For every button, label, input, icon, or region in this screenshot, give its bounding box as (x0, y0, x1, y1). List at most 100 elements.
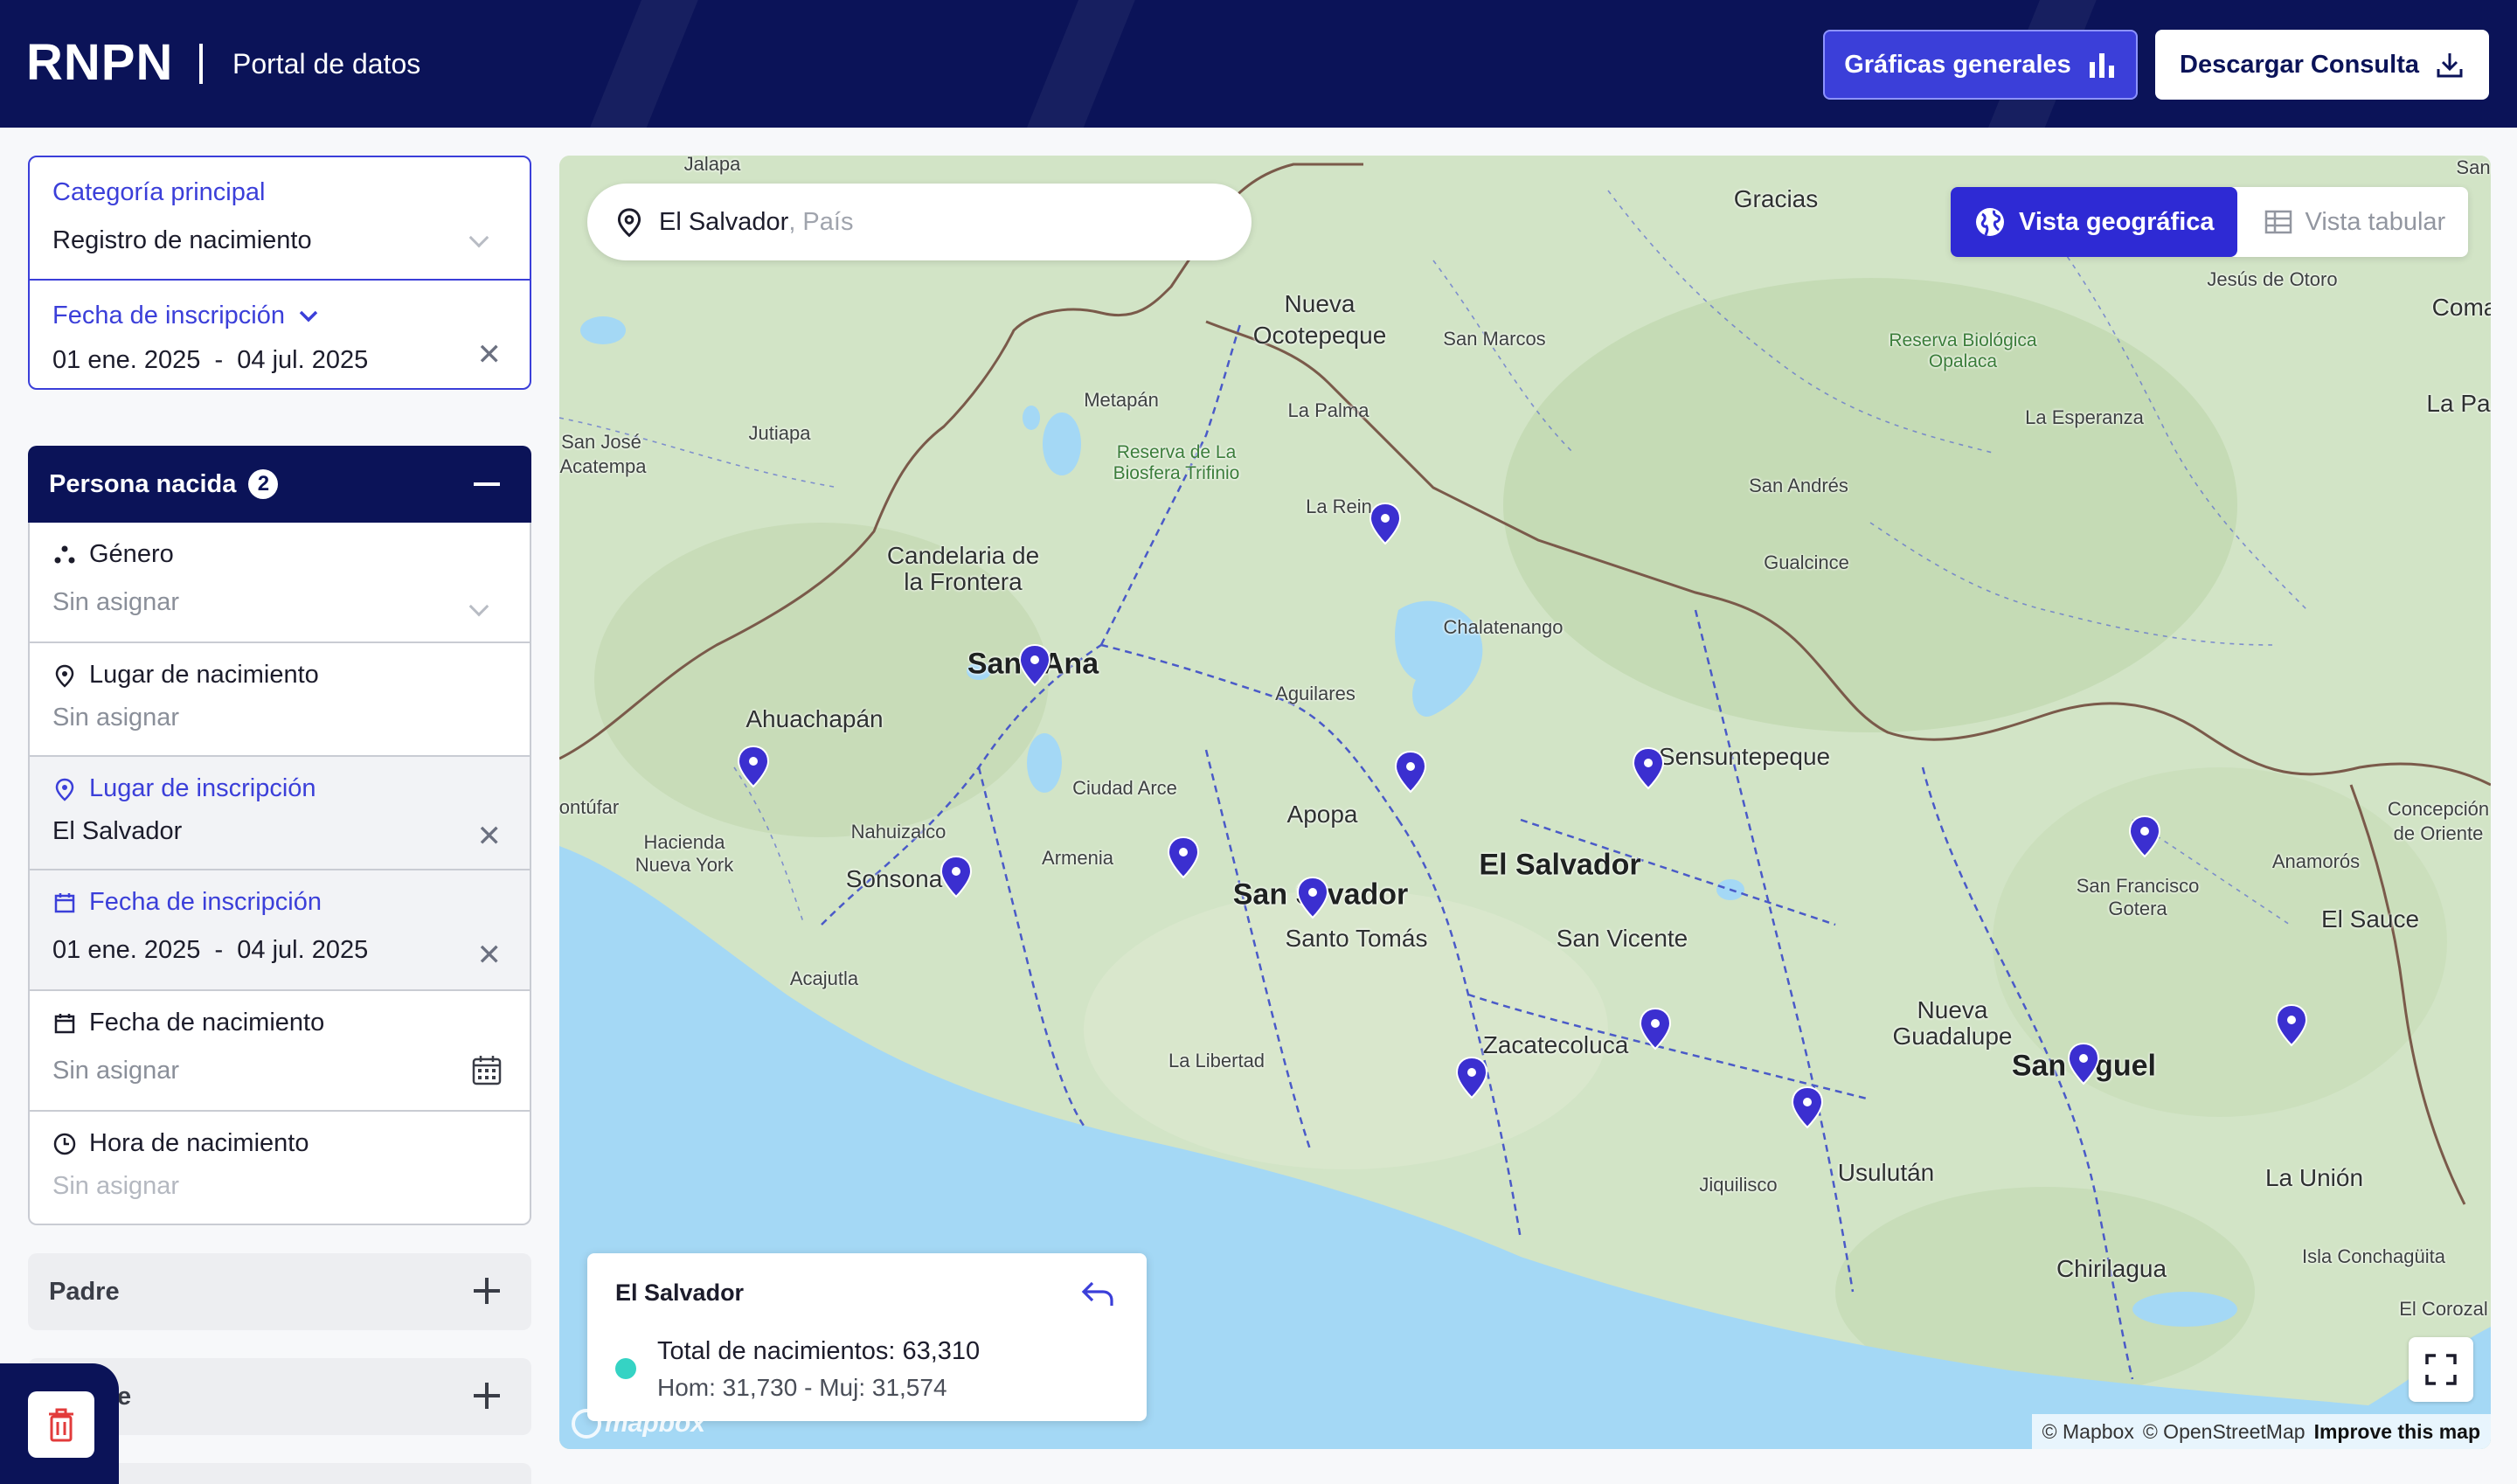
expand-icon[interactable] (474, 1383, 500, 1409)
birth-date-value: Sin asignar (52, 1057, 180, 1085)
map-label: Guadalupe (1892, 1023, 2013, 1050)
attrib-osm[interactable]: © OpenStreetMap (2143, 1420, 2306, 1444)
descargar-consulta-button[interactable]: Descargar Consulta (2155, 30, 2489, 100)
mapbox-logo-mark (572, 1409, 601, 1439)
gender-value: Sin asignar (52, 588, 180, 616)
rnpn-logo[interactable]: RNPN (26, 33, 173, 92)
info-title: El Salvador (615, 1279, 745, 1306)
map-label: Nueva York (634, 854, 734, 876)
map-label: El Corozal (2399, 1298, 2488, 1320)
map-pin[interactable] (1393, 750, 1428, 794)
birthplace-value: Sin asignar (52, 704, 180, 732)
inscription-date-filter[interactable]: Fecha de inscripción 01 ene. 2025 - 04 j… (30, 279, 530, 388)
map-pin[interactable] (939, 855, 974, 898)
birthplace-filter[interactable]: Lugar de nacimiento Sin asignar (30, 643, 530, 757)
map-pin[interactable] (1631, 746, 1666, 790)
map-label: La Palma (1287, 399, 1369, 421)
persona-nacida-header[interactable]: Persona nacida 2 (28, 446, 531, 523)
top-header: RNPN Portal de datos Gráficas generales … (0, 0, 2517, 128)
clear-place-icon[interactable]: ✕ (477, 822, 503, 851)
map-label: Concepción (2387, 798, 2490, 820)
map-pin[interactable] (1017, 643, 1052, 687)
info-total: Total de nacimientos: 63,310 (657, 1337, 981, 1365)
map-attribution: © Mapbox © OpenStreetMap Improve this ma… (2031, 1414, 2491, 1449)
map-view[interactable]: Jalapa Gracias San Nueva Ocotepeque San … (559, 156, 2491, 1449)
birth-time-value: Sin asignar (52, 1172, 180, 1200)
chevron-down-icon[interactable] (297, 308, 320, 325)
category-card: Categoría principal Registro de nacimien… (28, 156, 531, 390)
map-label: Apopa (1286, 801, 1358, 828)
attrib-improve[interactable]: Improve this map (2314, 1420, 2480, 1444)
date-picker-icon[interactable] (470, 1054, 503, 1087)
location-search-input[interactable]: El Salvador, País (587, 184, 1252, 260)
info-gender-breakdown: Hom: 31,730 - Muj: 31,574 (657, 1374, 947, 1401)
inscription-place-filter[interactable]: Lugar de inscripción El Salvador ✕ (30, 757, 530, 870)
tab-vista-geografica[interactable]: Vista geográfica (1951, 187, 2237, 257)
map-pin[interactable] (1368, 502, 1403, 545)
map-label: ontúfar (559, 796, 620, 818)
map-label: Reserva de La Biosfera Trifinio (1113, 442, 1240, 483)
map-label: San (967, 647, 1023, 681)
map-label: Chalatenango (1443, 616, 1564, 638)
map-pin[interactable] (2066, 1042, 2101, 1085)
map-label: La Rein (1306, 496, 1372, 517)
birth-date-filter[interactable]: Fecha de nacimiento Sin asignar (30, 991, 530, 1112)
back-arrow-icon[interactable] (1080, 1279, 1115, 1309)
category-label: Categoría principal (52, 178, 266, 206)
map-label: San (2011, 1049, 2067, 1083)
map-label: Jalapa (683, 156, 741, 175)
header-decoration (1008, 0, 1142, 128)
map-label: vador (1327, 877, 1409, 912)
gender-filter[interactable]: Género Sin asignar (30, 523, 530, 643)
map-pin[interactable] (2274, 1003, 2309, 1047)
date-end: 04 jul. 2025 (237, 346, 369, 374)
search-value: El Salvador (659, 207, 789, 236)
map-pin[interactable] (2127, 815, 2162, 858)
category-select[interactable]: Categoría principal Registro de nacimien… (30, 157, 530, 279)
map-label: Sensuntepeque (1658, 743, 1831, 770)
fullscreen-button[interactable] (2409, 1337, 2473, 1402)
inscription-date-label-2: Fecha de inscripción (89, 888, 322, 916)
location-pin-icon (55, 664, 74, 688)
inscription-date-range: 01 ene. 2025 - 04 jul. 2025 (52, 346, 507, 375)
attrib-mapbox[interactable]: © Mapbox (2042, 1420, 2134, 1444)
clear-date-icon[interactable]: ✕ (477, 340, 503, 370)
map-pin[interactable] (1166, 836, 1201, 879)
mapbox-logo[interactable]: mapbox (572, 1409, 705, 1439)
calendar-icon (54, 892, 75, 912)
bar-chart-icon (2089, 53, 2114, 78)
map-pin[interactable] (1790, 1085, 1825, 1129)
collapse-icon[interactable] (474, 482, 500, 486)
map-pin[interactable] (1638, 1007, 1673, 1051)
padre-label: Padre (49, 1277, 120, 1306)
expand-icon[interactable] (474, 1278, 500, 1304)
graficas-generales-button[interactable]: Gráficas generales (1823, 30, 2138, 100)
clear-all-button[interactable] (28, 1391, 94, 1458)
category-value: Registro de nacimiento (52, 226, 312, 254)
mapbox-logo-text: mapbox (605, 1409, 706, 1438)
inscription-date-filter-2[interactable]: Fecha de inscripción 01 ene. 2025 - 04 j… (30, 870, 530, 991)
map-label: Sonsona (845, 865, 943, 892)
clear-date-icon[interactable]: ✕ (477, 940, 503, 970)
map-label: Anamorós (2271, 850, 2361, 872)
map-label: la Frontera (904, 568, 1023, 595)
tab-table-label: Vista tabular (2305, 207, 2446, 236)
map-label: Nueva (1917, 996, 1988, 1023)
clock-icon (53, 1133, 76, 1155)
location-pin-icon (617, 208, 641, 238)
birth-time-filter[interactable]: Hora de nacimiento Sin asignar (30, 1112, 530, 1224)
map-label: Metapán (1084, 389, 1159, 411)
map-pin[interactable] (1454, 1056, 1489, 1099)
map-label: La Paz (2426, 390, 2491, 417)
date-sep: - (214, 936, 224, 964)
location-pin-icon (55, 778, 74, 801)
map-label: Gotera (2108, 898, 2167, 919)
tab-vista-tabular[interactable]: Vista tabular (2241, 187, 2469, 257)
header-decoration (571, 0, 705, 128)
padre-section[interactable]: Padre (28, 1253, 531, 1330)
descargar-label: Descargar Consulta (2180, 50, 2419, 79)
map-pin[interactable] (1295, 876, 1330, 919)
map-label: Jutiapa (748, 422, 811, 444)
map-pin[interactable] (736, 745, 771, 788)
map-label: Gracias (1733, 185, 1819, 212)
